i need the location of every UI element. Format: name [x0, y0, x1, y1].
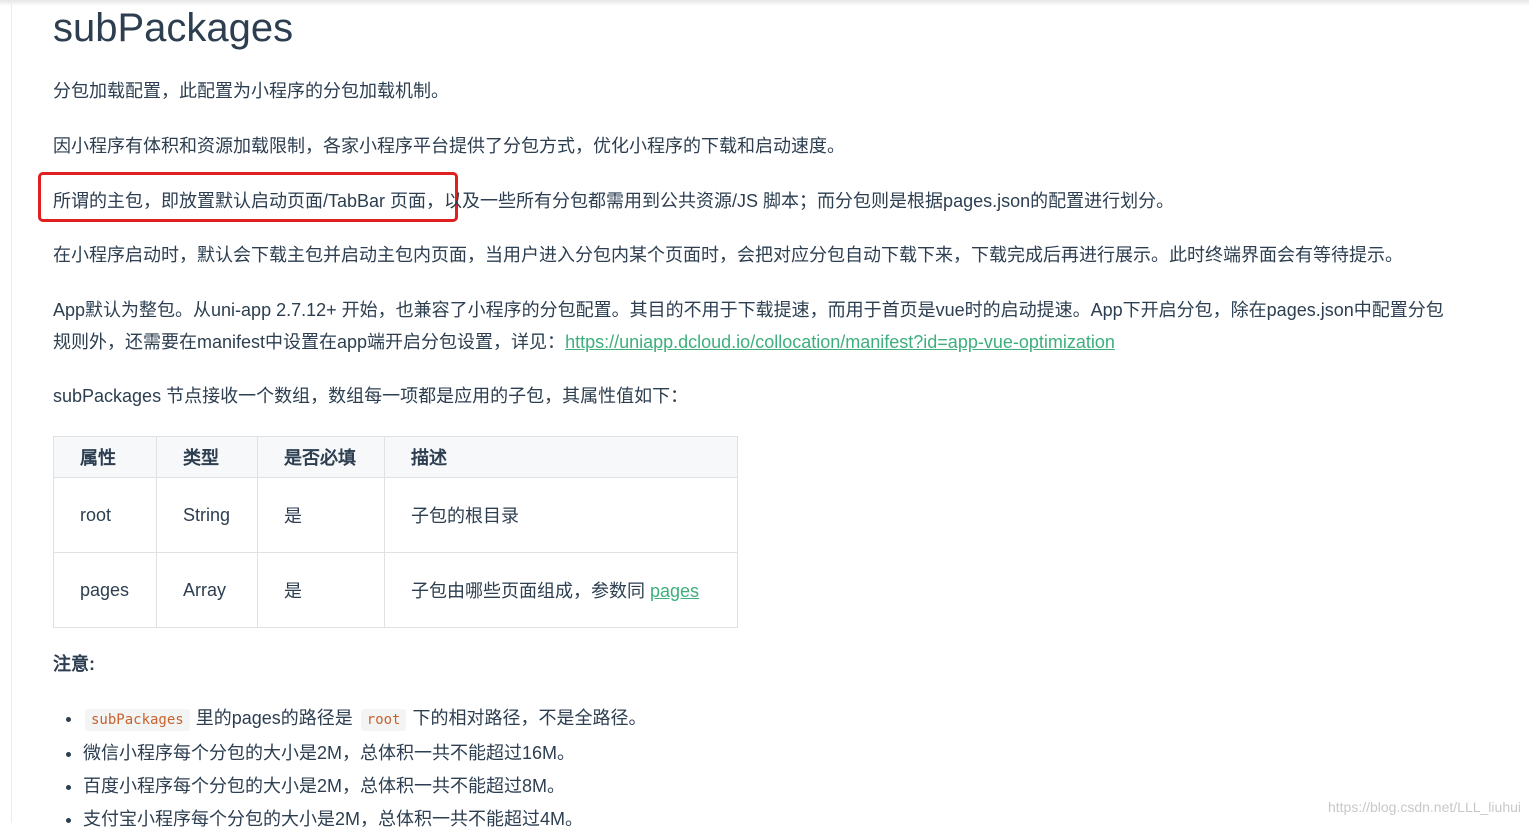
paragraph-subpackages: subPackages 节点接收一个数组，数组每一项都是应用的子包，其属性值如下…: [53, 386, 689, 406]
header-type: 类型: [156, 436, 258, 478]
cell-type: Array: [156, 552, 258, 628]
paragraph-app-text: 规则外，还需要在manifest中设置在app端开启分包设置，详见：: [53, 332, 566, 352]
cell-attr: pages: [53, 552, 157, 628]
header-attr: 属性: [53, 436, 157, 478]
list-item: subPackages里的pages的路径是 root下的相对路径，不是全路径。: [83, 702, 646, 737]
note-list: subPackages里的pages的路径是root下的相对路径，不是全路径。 …: [53, 702, 646, 836]
header-required: 是否必填: [257, 436, 385, 478]
list-item: 百度小程序每个分包的大小是2M，总体积一共不能超过8M。: [83, 770, 646, 803]
cell-required: 是: [257, 477, 385, 553]
left-divider: [11, 0, 12, 823]
cell-desc: 子包的根目录: [384, 477, 738, 553]
pages-link[interactable]: pages: [650, 581, 699, 601]
cell-desc: 子包由哪些页面组成，参数同 pages: [384, 552, 738, 628]
list-item: 微信小程序每个分包的大小是2M，总体积一共不能超过16M。: [83, 737, 646, 770]
inline-code: subPackages: [85, 709, 190, 731]
list-item-text: 下的相对路径，不是全路径。: [412, 708, 647, 728]
cell-required: 是: [257, 552, 385, 628]
cell-desc-text: 子包由哪些页面组成，参数同: [411, 581, 650, 601]
properties-table: 属性 类型 是否必填 描述 root String 是 子包的根目录 pages…: [53, 436, 738, 628]
paragraph-startup: 在小程序启动时，默认会下载主包并启动主包内页面，当用户进入分包内某个页面时，会把…: [53, 245, 1403, 265]
header-desc: 描述: [384, 436, 738, 478]
paragraph-main-package-rest: 以及一些所有分包都需用到公共资源/JS 脚本；而分包则是根据pages.json…: [444, 191, 1175, 211]
highlighted-text: 所谓的主包，即放置默认启动页面/TabBar 页面，: [53, 191, 445, 211]
manifest-link[interactable]: https://uniapp.dcloud.io/collocation/man…: [565, 332, 1115, 352]
table-row: pages Array 是 子包由哪些页面组成，参数同 pages: [53, 552, 738, 628]
inline-code: root: [360, 709, 407, 731]
paragraph-app-line2: 规则外，还需要在manifest中设置在app端开启分包设置，详见：https:…: [53, 326, 1115, 358]
watermark: https://blog.csdn.net/LLL_liuhui: [1327, 799, 1521, 815]
note-heading: 注意:: [53, 654, 95, 674]
list-item-text: 里的pages的路径是: [195, 708, 353, 728]
table-header-row: 属性 类型 是否必填 描述: [53, 436, 738, 478]
paragraph-app: App默认为整包。从uni-app 2.7.12+ 开始，也兼容了小程序的分包配…: [53, 300, 1444, 320]
cell-attr: root: [53, 477, 157, 553]
page-title: subPackages: [53, 6, 294, 50]
paragraph-main-package: 所谓的主包，即放置默认启动页面/TabBar 页面，以及一些所有分包都需用到公共…: [53, 185, 1174, 217]
paragraph-limits: 因小程序有体积和资源加载限制，各家小程序平台提供了分包方式，优化小程序的下载和启…: [53, 136, 845, 156]
list-item: 支付宝小程序每个分包的大小是2M，总体积一共不能超过4M。: [83, 803, 646, 836]
cell-type: String: [156, 477, 258, 553]
paragraph-intro: 分包加载配置，此配置为小程序的分包加载机制。: [53, 81, 449, 101]
table-row: root String 是 子包的根目录: [53, 477, 738, 553]
